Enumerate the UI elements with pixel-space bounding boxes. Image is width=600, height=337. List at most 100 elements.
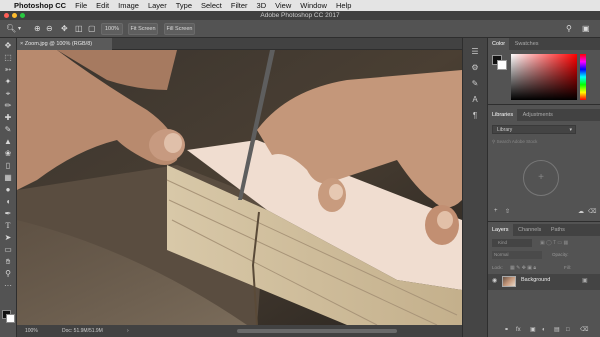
upload-icon[interactable]: ⇧ xyxy=(505,208,510,215)
menu-select[interactable]: Select xyxy=(201,0,222,11)
layer-style-icon[interactable]: fx xyxy=(516,324,521,336)
menu-app-name[interactable]: Photoshop CC xyxy=(14,0,66,11)
tab-layers[interactable]: Layers xyxy=(488,224,513,236)
lock-icons[interactable]: ▦ ✎ ✥ ▣ 🔒︎ xyxy=(510,264,536,272)
layer-row-background[interactable]: ◉ Background ▣ xyxy=(488,274,600,290)
tab-paths[interactable]: Paths xyxy=(547,224,569,236)
menu-file[interactable]: File xyxy=(75,0,87,11)
zoom-tool-icon[interactable]: ⚲ xyxy=(2,268,14,279)
rectangle-tool-icon[interactable]: ▭ xyxy=(2,244,14,255)
add-mask-icon[interactable]: ▣ xyxy=(530,324,536,336)
blend-mode-dropdown[interactable]: Normal xyxy=(492,251,542,259)
history-brush-icon[interactable]: ❀ xyxy=(2,148,14,159)
pen-tool-icon[interactable]: ✒ xyxy=(2,208,14,219)
character-panel-icon[interactable]: A xyxy=(469,94,481,106)
minimize-window-button[interactable] xyxy=(12,13,17,18)
lock-icon: ▣ xyxy=(582,278,588,284)
status-bar: 100% Doc: 51.9M/51.9M › xyxy=(17,325,487,337)
status-zoom[interactable]: 100% xyxy=(25,325,38,337)
color-field[interactable] xyxy=(511,54,577,100)
menu-3d[interactable]: 3D xyxy=(257,0,267,11)
brush-panel-icon[interactable]: ✎ xyxy=(469,78,481,90)
eyedropper-tool-icon[interactable]: ✏ xyxy=(2,100,14,111)
clone-stamp-icon[interactable]: ▲ xyxy=(2,136,14,147)
panel-background-swatch[interactable] xyxy=(497,60,507,70)
quick-select-tool-icon[interactable]: ✦ xyxy=(2,76,14,87)
menu-edit[interactable]: Edit xyxy=(96,0,109,11)
eye-icon[interactable]: ◉ xyxy=(492,277,497,284)
type-tool-icon[interactable]: T xyxy=(2,220,14,231)
tab-adjustments[interactable]: Adjustments xyxy=(519,109,557,121)
healing-brush-icon[interactable]: ✚ xyxy=(2,112,14,123)
lasso-tool-icon[interactable]: ➳ xyxy=(2,64,14,75)
eraser-tool-icon[interactable]: ▯ xyxy=(2,160,14,171)
color-panel-tabs: Color Swatches xyxy=(488,38,600,50)
scrubby-zoom-icon[interactable]: ▢ xyxy=(88,24,96,34)
fit-screen-button[interactable]: Fit Screen xyxy=(128,23,158,35)
chevron-down-icon[interactable]: ▾ xyxy=(18,24,21,34)
brush-tool-icon[interactable]: ✎ xyxy=(2,124,14,135)
status-menu-arrow-icon[interactable]: › xyxy=(127,325,129,337)
background-color-swatch[interactable] xyxy=(6,314,15,323)
link-layers-icon[interactable]: ⚭ xyxy=(504,324,509,336)
zoom-tool-icon[interactable]: 🔍︎ xyxy=(6,24,16,34)
workspace-icon[interactable]: ▣ xyxy=(582,24,590,34)
tab-swatches[interactable]: Swatches xyxy=(511,38,543,50)
resize-windows-icon[interactable]: ✥ xyxy=(61,24,68,34)
marquee-tool-icon[interactable]: ⬚ xyxy=(2,52,14,63)
divider xyxy=(488,104,600,105)
properties-panel-icon[interactable]: ⚙ xyxy=(469,62,481,74)
zoom-window-button[interactable] xyxy=(20,13,25,18)
layer-filter-kind[interactable]: Kind xyxy=(492,239,532,247)
status-doc-size: Doc: 51.9M/51.9M xyxy=(62,328,103,334)
layer-thumbnail xyxy=(502,276,516,287)
horizontal-scrollbar[interactable] xyxy=(237,329,397,333)
gradient-tool-icon[interactable]: ▦ xyxy=(2,172,14,183)
add-element-icon[interactable]: + xyxy=(494,208,498,214)
menu-layer[interactable]: Layer xyxy=(148,0,167,11)
menu-window[interactable]: Window xyxy=(300,0,327,11)
cloud-icon[interactable]: ☁ xyxy=(578,208,584,215)
layers-panel-tabs: Layers Channels Paths xyxy=(488,224,600,236)
zoom-100-button[interactable]: 100% xyxy=(101,23,123,35)
new-group-icon[interactable]: ▤ xyxy=(554,324,560,336)
fill-screen-button[interactable]: Fill Screen xyxy=(164,23,195,35)
crop-tool-icon[interactable]: ⌖ xyxy=(2,88,14,99)
document-tab-bar: × Zoom.jpg @ 100% (RGB/8) xyxy=(17,38,462,50)
path-selection-icon[interactable]: ➤ xyxy=(2,232,14,243)
zoom-in-icon[interactable]: ⊕ xyxy=(34,24,41,34)
library-dropdown[interactable]: Library ▾ xyxy=(492,125,576,134)
close-window-button[interactable] xyxy=(4,13,9,18)
collapsed-panel-strip: ☰ ⚙ ✎ A ¶ xyxy=(462,38,487,337)
menu-type[interactable]: Type xyxy=(176,0,192,11)
adjustment-layer-icon[interactable]: ◐ xyxy=(542,324,546,336)
dodge-tool-icon[interactable]: ◖ xyxy=(2,196,14,207)
layer-filter-icons[interactable]: ▣ ◯ T ▭ ▦ xyxy=(540,239,596,247)
more-tools-icon[interactable]: ··· xyxy=(2,280,14,291)
blur-tool-icon[interactable]: ● xyxy=(2,184,14,195)
menu-image[interactable]: Image xyxy=(118,0,139,11)
search-icon[interactable]: ⚲ xyxy=(566,24,572,34)
paragraph-panel-icon[interactable]: ¶ xyxy=(469,110,481,122)
hue-slider[interactable] xyxy=(580,54,586,100)
menu-view[interactable]: View xyxy=(275,0,291,11)
window-title: Adobe Photoshop CC 2017 xyxy=(260,12,340,19)
tab-libraries[interactable]: Libraries xyxy=(488,109,518,121)
zoom-out-icon[interactable]: ⊖ xyxy=(46,24,53,34)
tools-panel: ✥ ⬚ ➳ ✦ ⌖ ✏ ✚ ✎ ▲ ❀ ▯ ▦ ● ◖ ✒ T ➤ ▭ ✋︎ ⚲… xyxy=(0,38,17,337)
add-content-icon[interactable]: + xyxy=(523,160,559,196)
new-layer-icon[interactable]: □ xyxy=(566,324,570,336)
trash-icon[interactable]: ⌫ xyxy=(580,324,588,336)
hand-tool-icon[interactable]: ✋︎ xyxy=(2,256,14,267)
zoom-all-windows-icon[interactable]: ◫ xyxy=(75,24,83,34)
tab-channels[interactable]: Channels xyxy=(514,224,545,236)
stock-search-field[interactable]: ⚲ Search Adobe Stock xyxy=(492,137,576,146)
menu-help[interactable]: Help xyxy=(336,0,351,11)
menu-filter[interactable]: Filter xyxy=(231,0,248,11)
canvas[interactable] xyxy=(17,50,462,325)
history-panel-icon[interactable]: ☰ xyxy=(469,46,481,58)
move-tool-icon[interactable]: ✥ xyxy=(2,40,14,51)
delete-icon[interactable]: ⌫ xyxy=(588,208,596,215)
document-tab[interactable]: × Zoom.jpg @ 100% (RGB/8) xyxy=(17,38,112,50)
tab-color[interactable]: Color xyxy=(488,38,510,50)
